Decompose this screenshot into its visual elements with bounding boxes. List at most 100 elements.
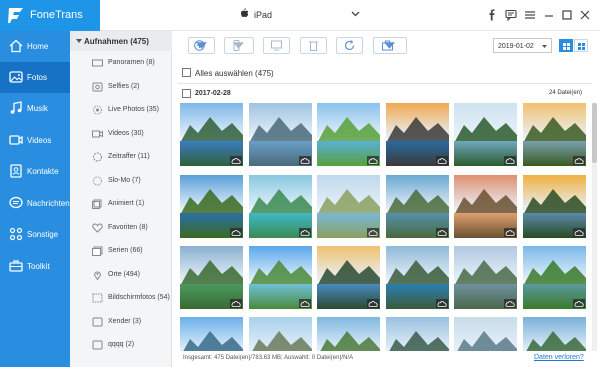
photo-thumbnail[interactable] <box>454 246 517 309</box>
chevron-down-icon <box>195 41 207 49</box>
apple-icon <box>241 8 249 17</box>
album-item[interactable]: Favoriten (8) <box>70 218 172 238</box>
mountain-shape <box>389 331 449 351</box>
photo-thumbnail[interactable] <box>523 103 586 166</box>
photo-thumbnail[interactable] <box>523 246 586 309</box>
feedback-icon[interactable] <box>505 9 517 21</box>
device-name[interactable]: iPad <box>254 10 272 20</box>
scrollbar-thumb[interactable] <box>592 103 597 163</box>
album-item[interactable]: Slo-Mo (7) <box>70 171 172 191</box>
album-item[interactable]: Videos (30) <box>70 124 172 144</box>
photo-thumbnail[interactable] <box>454 175 517 238</box>
sidebar-item-kontakte[interactable]: Kontakte <box>0 156 70 187</box>
icloud-badge <box>573 228 585 237</box>
delete-icon <box>308 41 318 51</box>
delete-button[interactable] <box>300 37 327 54</box>
date-filter-select[interactable]: 2019-01-02 <box>493 38 552 53</box>
photo-thumbnail[interactable] <box>317 246 380 309</box>
album-item-label: Bildschirmfotos (54) <box>108 294 170 301</box>
photo-thumbnail[interactable] <box>180 317 243 351</box>
sidebar-item-toolkit[interactable]: Toolkit <box>0 251 70 282</box>
mountain-shape <box>317 189 380 215</box>
chevron-down-icon <box>233 41 244 49</box>
album-item[interactable]: Panoramen (8) <box>70 53 172 73</box>
photo-thumbnail[interactable] <box>386 103 449 166</box>
photo-thumbnail[interactable] <box>180 103 243 166</box>
album-item[interactable]: Zeitraffer (11) <box>70 147 172 167</box>
mountain-shape <box>180 189 243 215</box>
photo-thumbnail[interactable] <box>523 317 586 351</box>
chevron-down-icon[interactable] <box>351 11 360 17</box>
panorama-icon <box>92 59 103 67</box>
sidebar-item-home[interactable]: Home <box>0 31 70 62</box>
sidebar-item-nachrichten[interactable]: Nachrichten <box>0 188 70 219</box>
grid-view-icon <box>563 43 570 50</box>
large-grid-view-button[interactable] <box>574 39 588 52</box>
minimize-icon[interactable] <box>543 9 555 21</box>
album-item[interactable]: Selfies (2) <box>70 77 172 97</box>
photo-thumbnail[interactable] <box>180 175 243 238</box>
close-icon[interactable] <box>579 9 591 21</box>
toolbox-button[interactable] <box>373 37 407 54</box>
sidebar-item-label: Toolkit <box>27 262 50 271</box>
album-item[interactable]: Bildschirmfotos (54) <box>70 288 172 308</box>
album-group-header[interactable]: Aufnahmen (475) <box>70 31 172 51</box>
mountain-shape <box>457 331 517 351</box>
sidebar-item-sonstige[interactable]: Sonstige <box>0 219 70 250</box>
album-item[interactable]: Xender (3) <box>70 312 172 332</box>
sidebar-item-fotos[interactable]: Fotos <box>0 62 70 93</box>
facebook-icon[interactable] <box>486 9 498 21</box>
album-item-label: Slo-Mo (7) <box>108 176 141 184</box>
photo-thumbnail[interactable] <box>386 317 449 351</box>
mountain-shape <box>386 189 449 215</box>
select-all-checkbox[interactable] <box>182 68 191 77</box>
photo-thumbnail[interactable] <box>249 317 312 351</box>
photo-thumbnail[interactable] <box>386 175 449 238</box>
album-item[interactable]: qqqq (2) <box>70 335 172 355</box>
add-button[interactable] <box>188 37 215 54</box>
collapse-triangle-icon[interactable] <box>76 39 82 43</box>
photo-thumbnail[interactable] <box>386 246 449 309</box>
sidebar-item-videos[interactable]: Videos <box>0 125 70 156</box>
photo-thumbnail[interactable] <box>180 246 243 309</box>
export-to-device-button[interactable] <box>224 37 254 54</box>
large-grid-view-icon <box>578 43 585 50</box>
icloud-badge <box>504 156 516 165</box>
photo-thumbnail[interactable] <box>317 175 380 238</box>
sidebar-item-musik[interactable]: Musik <box>0 93 70 124</box>
album-item[interactable]: Serien (66) <box>70 241 172 261</box>
photo-thumbnail[interactable] <box>317 317 380 351</box>
icloud-badge <box>436 299 448 308</box>
grid-view-button[interactable] <box>559 39 573 52</box>
menu-icon[interactable] <box>524 9 536 21</box>
date-filter-value: 2019-01-02 <box>498 43 534 50</box>
photo-thumbnail[interactable] <box>454 103 517 166</box>
animated-icon <box>92 199 102 209</box>
photo-thumbnail[interactable] <box>249 103 312 166</box>
photo-thumbnail[interactable] <box>523 175 586 238</box>
album-item[interactable]: Live Photos (35) <box>70 100 172 120</box>
cloud-icon <box>300 158 310 164</box>
scrollbar[interactable] <box>592 103 597 351</box>
date-group-checkbox[interactable] <box>182 89 191 98</box>
photo-thumbnail[interactable] <box>249 175 312 238</box>
album-icon <box>92 340 103 350</box>
maximize-icon[interactable] <box>561 9 573 21</box>
album-group-title: Aufnahmen (475) <box>84 37 149 46</box>
refresh-button[interactable] <box>336 37 363 54</box>
album-item-label: Live Photos (35) <box>108 106 159 113</box>
album-item-label: Selfies (2) <box>108 82 140 90</box>
photo-grid <box>180 103 590 351</box>
photo-thumbnail[interactable] <box>454 317 517 351</box>
album-item[interactable]: Animiert (1) <box>70 194 172 214</box>
data-lost-link[interactable]: Daten verloren? <box>534 354 584 361</box>
toolkit-icon <box>9 260 23 272</box>
album-item[interactable]: Orte (494) <box>70 265 172 285</box>
select-all-label[interactable]: Alles auswählen (475) <box>195 69 274 78</box>
photo-thumbnail[interactable] <box>249 246 312 309</box>
mountain-shape <box>454 189 517 215</box>
mountain-shape <box>320 331 380 351</box>
photo-thumbnail[interactable] <box>317 103 380 166</box>
export-to-pc-button[interactable] <box>263 37 290 54</box>
main-sidebar: Home Fotos Musik Videos Kontakte Nachric… <box>0 31 70 367</box>
